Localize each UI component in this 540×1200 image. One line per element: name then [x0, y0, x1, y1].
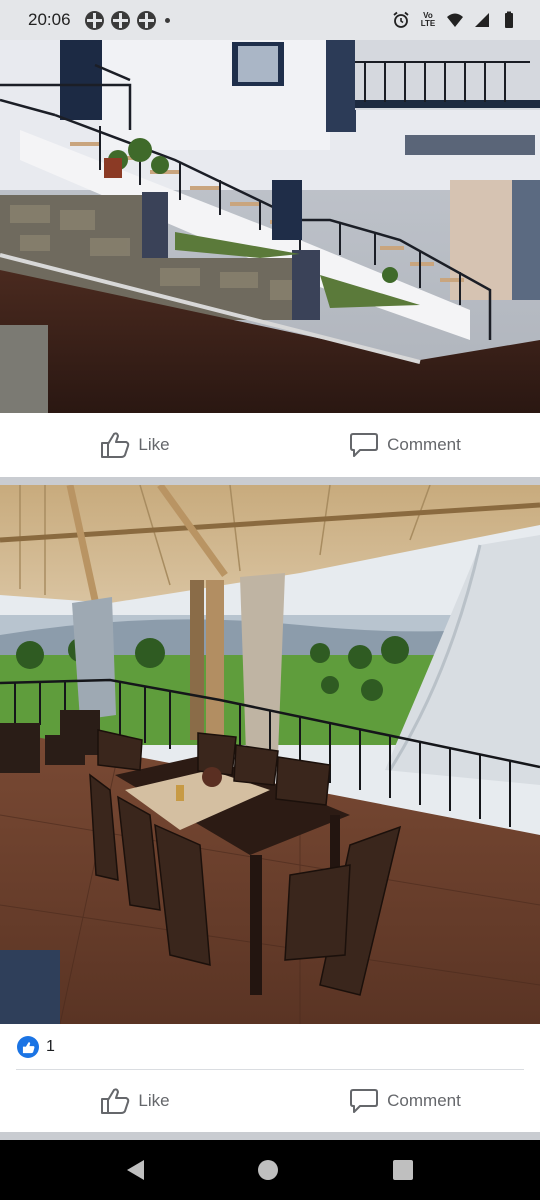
volte-icon: Vo LTE [420, 11, 436, 28]
thumbs-up-icon [101, 432, 130, 458]
post-actions: Like Comment [0, 413, 540, 477]
more-notifications-icon [164, 17, 170, 23]
system-icons: Vo LTE [392, 11, 518, 29]
status-bar: 20:06 Vo LTE [0, 0, 540, 40]
comment-bubble-icon [350, 1089, 379, 1113]
villa-exterior-image [0, 40, 540, 413]
like-button[interactable]: Like [0, 431, 270, 459]
status-time: 20:06 [28, 10, 71, 29]
like-button[interactable]: Like [0, 1087, 270, 1115]
reaction-count: 1 [46, 1038, 55, 1055]
app-notification-icon [84, 10, 104, 30]
recent-apps-icon[interactable] [392, 1160, 413, 1180]
like-reaction-icon [17, 1036, 39, 1058]
back-icon[interactable] [127, 1160, 145, 1180]
like-label: Like [138, 435, 170, 454]
app-notification-icon [136, 10, 156, 30]
comment-button[interactable]: Comment [270, 431, 540, 459]
cell-signal-icon [475, 13, 489, 27]
feed-separator [0, 1132, 540, 1140]
dining-terrace-image [0, 485, 540, 1024]
feed-separator [0, 477, 540, 485]
comment-button[interactable]: Comment [270, 1087, 540, 1115]
thumbs-up-icon [101, 1088, 130, 1114]
comment-label: Comment [387, 1091, 461, 1110]
wifi-icon [447, 13, 463, 27]
comment-bubble-icon [350, 433, 379, 457]
alarm-icon [393, 11, 409, 28]
notification-icons [84, 10, 170, 30]
app-notification-icon [110, 10, 130, 30]
post-photo-dining-terrace[interactable] [0, 485, 540, 1024]
post-photo-villa-exterior[interactable] [0, 40, 540, 413]
reaction-summary[interactable]: 1 [0, 1024, 540, 1070]
comment-label: Comment [387, 435, 461, 454]
post-actions: Like Comment [0, 1070, 540, 1132]
system-navigation-bar [0, 1140, 540, 1200]
like-label: Like [138, 1091, 170, 1110]
home-icon[interactable] [258, 1160, 279, 1180]
battery-icon [505, 11, 513, 28]
